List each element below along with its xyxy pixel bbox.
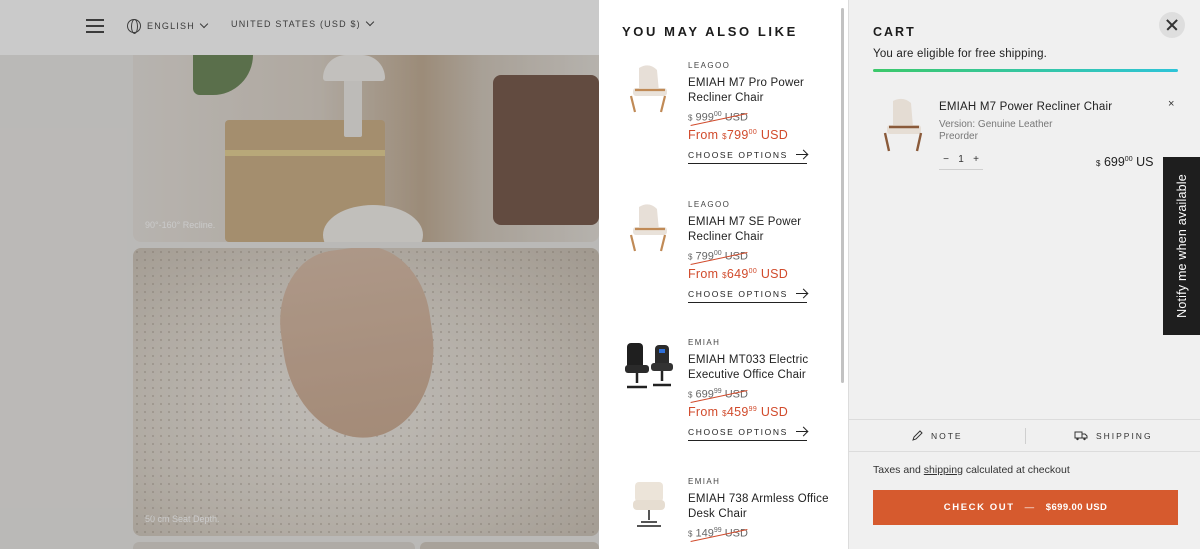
progress-fill xyxy=(873,69,1178,72)
taxes-note: Taxes and shipping calculated at checkou… xyxy=(873,464,1070,476)
drawer-overlay[interactable] xyxy=(0,0,599,549)
free-shipping-progress-bar xyxy=(873,69,1178,72)
product-name[interactable]: EMIAH 738 Armless Office Desk Chair xyxy=(688,492,838,522)
cart-tools: NOTE SHIPPING xyxy=(849,419,1200,452)
arrow-right-icon xyxy=(795,154,807,156)
product-thumbnail[interactable] xyxy=(621,199,677,255)
recommended-product[interactable]: EMIAH EMIAH MT033 Electric Executive Off… xyxy=(621,337,841,457)
arrow-right-icon xyxy=(795,293,807,295)
sale-price: From $79900 USD xyxy=(688,127,789,142)
note-button[interactable]: NOTE xyxy=(849,429,1025,442)
notify-me-label: Notify me when available xyxy=(1175,174,1189,318)
note-label: NOTE xyxy=(930,430,963,441)
sale-price: From $64900 USD xyxy=(688,266,789,281)
choose-options-button[interactable]: CHOOSE OPTIONS xyxy=(688,427,807,441)
recommended-product[interactable]: EMIAH EMIAH 738 Armless Office Desk Chai… xyxy=(621,476,841,549)
product-vendor: EMIAH xyxy=(688,338,721,347)
shipping-button[interactable]: SHIPPING xyxy=(1026,430,1200,441)
compare-price: $ 69999 USD xyxy=(688,388,748,401)
compare-price: $ 79900 USD xyxy=(688,250,748,263)
cart-item-variant: Version: Genuine Leather Preorder xyxy=(939,119,1052,143)
cart-item-name[interactable]: EMIAH M7 Power Recliner Chair xyxy=(939,101,1112,113)
product-thumbnail[interactable] xyxy=(621,60,677,116)
choose-options-button[interactable]: CHOOSE OPTIONS xyxy=(688,150,807,164)
product-name[interactable]: EMIAH M7 Pro Power Recliner Chair xyxy=(688,76,838,106)
scrollbar[interactable] xyxy=(841,8,844,383)
shipping-policy-link[interactable]: shipping xyxy=(924,464,963,476)
cart-drawer: CART You are eligible for free shipping.… xyxy=(848,0,1200,549)
compare-price: $ 14999 USD xyxy=(688,527,748,540)
close-icon[interactable] xyxy=(1159,12,1185,38)
checkout-button[interactable]: CHECK OUT — $699.00 USD xyxy=(873,490,1178,525)
product-name[interactable]: EMIAH M7 SE Power Recliner Chair xyxy=(688,215,838,245)
product-vendor: LEAGOO xyxy=(688,61,731,70)
cart-item-price: $ 69900 US xyxy=(1096,155,1154,169)
quantity-stepper: − 1 + xyxy=(939,150,983,170)
recommended-product[interactable]: LEAGOO EMIAH M7 SE Power Recliner Chair … xyxy=(621,199,841,319)
quantity-value[interactable]: 1 xyxy=(954,154,968,165)
remove-item-icon[interactable]: × xyxy=(1168,98,1174,110)
variant-label: Version: Genuine Leather xyxy=(939,119,1053,130)
product-vendor: EMIAH xyxy=(688,477,721,486)
shipping-label: SHIPPING xyxy=(1095,430,1153,441)
product-name[interactable]: EMIAH MT033 Electric Executive Office Ch… xyxy=(688,353,838,383)
decrease-quantity-button[interactable]: − xyxy=(939,154,953,165)
truck-icon xyxy=(1074,431,1088,441)
choose-options-button[interactable]: CHOOSE OPTIONS xyxy=(688,289,807,303)
recommendations-title: YOU MAY ALSO LIKE xyxy=(622,24,798,39)
recommendations-panel: YOU MAY ALSO LIKE LEAGOO EMIAH M7 Pro Po… xyxy=(599,0,848,549)
recommended-product[interactable]: LEAGOO EMIAH M7 Pro Power Recliner Chair… xyxy=(621,60,841,180)
increase-quantity-button[interactable]: + xyxy=(969,154,983,165)
arrow-right-icon xyxy=(795,431,807,433)
cart-title: CART xyxy=(873,25,916,39)
preorder-label: Preorder xyxy=(939,131,978,142)
compare-price: $ 99900 USD xyxy=(688,111,748,124)
product-thumbnail[interactable] xyxy=(621,476,677,532)
notify-me-tab[interactable]: Notify me when available xyxy=(1163,157,1200,335)
sale-price: From $45999 USD xyxy=(688,404,789,419)
free-shipping-message: You are eligible for free shipping. xyxy=(873,48,1048,60)
product-thumbnail[interactable] xyxy=(621,337,677,393)
pencil-icon xyxy=(912,429,923,441)
cart-item-thumbnail[interactable] xyxy=(873,95,933,155)
checkout-total: $699.00 USD xyxy=(1045,502,1108,513)
product-vendor: LEAGOO xyxy=(688,200,731,209)
